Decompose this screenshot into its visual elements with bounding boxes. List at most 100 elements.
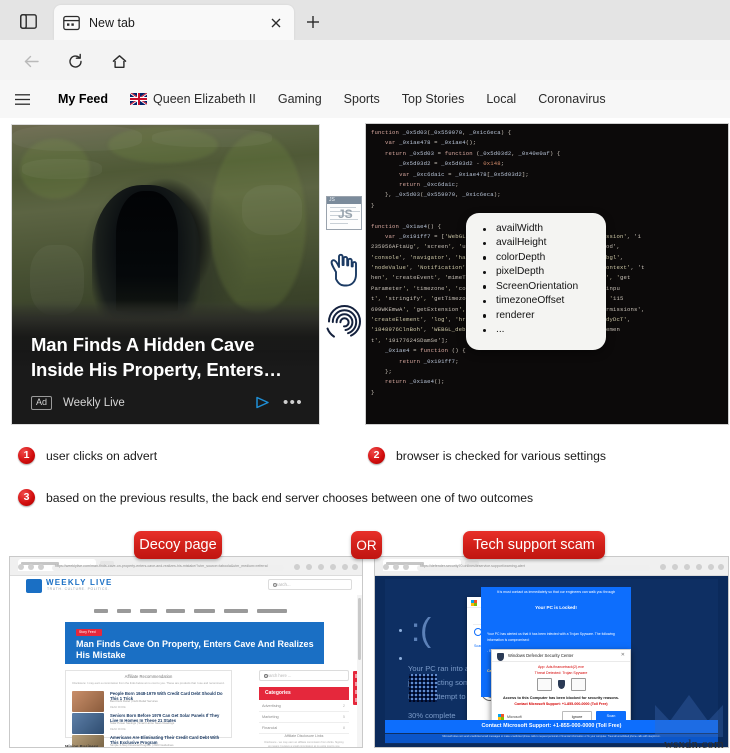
- js-thumb-label: JS: [329, 197, 335, 204]
- category-row[interactable]: Financial 8: [259, 724, 349, 734]
- step-badge: 1: [18, 447, 35, 464]
- category-count: 8: [342, 726, 345, 730]
- nav-item-about[interactable]: [116, 609, 131, 613]
- error-line-1: App: Ads.financetrack(2).exe: [538, 665, 584, 669]
- feed-item-coronavirus[interactable]: Coronavirus: [538, 92, 605, 106]
- home-icon[interactable]: [106, 48, 132, 74]
- decoy-sidebar-search[interactable]: Search here ...: [259, 670, 349, 681]
- category-label: Marketing: [262, 715, 279, 719]
- step-caption-1: 1 user clicks on advert: [18, 447, 157, 464]
- article-desc: Best Debt Relief | Debt Relief Services: [110, 699, 158, 703]
- nav-item-terms[interactable]: [256, 609, 287, 613]
- list-item: availWidth: [476, 222, 598, 236]
- feed-item-label: Local: [486, 92, 517, 106]
- hamburger-menu-icon[interactable]: [8, 88, 36, 110]
- list-item: ...: [476, 323, 598, 337]
- hero-chip: Story Feed: [76, 629, 102, 636]
- close-icon[interactable]: [266, 13, 285, 32]
- category-row[interactable]: Advertising 2: [259, 702, 349, 712]
- article-meta[interactable]: READ MORE: [110, 706, 126, 709]
- browser-chrome: New tab Search: [0, 0, 730, 118]
- tab-title: New tab: [89, 15, 135, 30]
- affiliate-box: Affiliate Recommendation Disclosure: I m…: [65, 670, 232, 747]
- promo-body: Disclosure - we may earn an affiliate co…: [264, 741, 344, 747]
- nav-item-trending[interactable]: [165, 609, 185, 613]
- decoy-nav: [70, 609, 310, 616]
- article-desc: Solar Power Savings | Smart Home News Re…: [110, 721, 175, 725]
- feed-item-my-feed[interactable]: My Feed: [58, 92, 108, 106]
- malwarebytes-logo-icon: [650, 687, 728, 739]
- new-tab-button[interactable]: [300, 10, 326, 34]
- attribute-list: availWidth availHeight colorDepth pixelD…: [476, 222, 598, 338]
- nav-item-advertise[interactable]: [193, 609, 215, 613]
- feed-item-label: Queen Elizabeth II: [153, 92, 256, 106]
- category-row[interactable]: Marketing 5: [259, 713, 349, 723]
- decoy-page-screenshot: https://weeklylive.com/man-finds-cave-on…: [10, 557, 362, 747]
- tab-overview-icon[interactable]: [12, 8, 44, 34]
- feed-item-queen-elizabeth[interactable]: Queen Elizabeth II: [130, 92, 256, 106]
- nav-item-home[interactable]: [93, 609, 108, 613]
- step-badge: 2: [368, 447, 385, 464]
- browser-tab[interactable]: New tab: [54, 5, 294, 40]
- reload-icon[interactable]: [62, 48, 88, 74]
- site-tagline: TRUTH. CULTURE. POLITICS.: [47, 587, 110, 591]
- decoy-hero: Story Feed Man Finds Cave On Property, E…: [65, 622, 324, 664]
- nav-item-privacy[interactable]: [223, 609, 248, 613]
- article-thumb: [72, 713, 104, 734]
- decoy-address-bar[interactable]: https://weeklylive.com/man-finds-cave-on…: [52, 564, 284, 571]
- promo-box: Affiliate Disclosure Links Disclosure - …: [259, 734, 349, 747]
- categories-header: Categories: [259, 687, 349, 700]
- back-arrow-icon[interactable]: [18, 48, 44, 74]
- search-icon: [273, 583, 277, 587]
- list-item: timezoneOffset: [476, 294, 598, 308]
- feed-item-sports[interactable]: Sports: [344, 92, 380, 106]
- feed-item-label: My Feed: [58, 92, 109, 106]
- alert-headline: Your PC is Locked!: [535, 605, 577, 610]
- dialog-message: Access to this Computer has been blocked…: [502, 696, 620, 700]
- search-icon: [264, 674, 268, 678]
- tab-strip: New tab: [0, 0, 730, 40]
- decoy-search-input[interactable]: Search...: [268, 579, 352, 590]
- screenshot-root: New tab Search: [0, 0, 730, 753]
- step-caption-3: 3 based on the previous results, the bac…: [18, 489, 533, 506]
- play-triangle-icon[interactable]: [255, 396, 270, 409]
- uk-flag-icon: [130, 93, 148, 105]
- more-options-icon[interactable]: •••: [283, 395, 303, 410]
- qr-code: [409, 674, 437, 702]
- or-label: OR: [351, 531, 382, 559]
- microsoft-logo-icon: [471, 599, 477, 606]
- list-item: availHeight: [476, 236, 598, 250]
- close-icon[interactable]: ✕: [621, 652, 625, 658]
- decoy-page-body: WEEKLY LIVE TRUTH. CULTURE. POLITICS. Se…: [10, 576, 362, 747]
- plus-icon: [307, 16, 319, 28]
- list-item: ScreenOrientation: [476, 280, 598, 294]
- feed-item-gaming[interactable]: Gaming: [278, 92, 322, 106]
- pointing-hand-icon: [324, 248, 364, 290]
- decoy-scrollbar[interactable]: [357, 595, 362, 747]
- monitor-icon: [536, 678, 552, 691]
- error-line-2: Threat Detected: Trojan Spyware: [534, 671, 588, 675]
- scam-address-bar[interactable]: https://defender-security70.onlinesitese…: [417, 564, 650, 571]
- dialog-title: Windows Defender Security Center: [508, 653, 574, 659]
- article-meta[interactable]: READ MORE: [110, 728, 126, 731]
- nav-item-contact[interactable]: [139, 609, 157, 613]
- watermark-text: wsxdn.com: [664, 737, 724, 751]
- advert-headline: Man Finds A Hidden Cave Inside His Prope…: [31, 334, 282, 380]
- new-tab-favicon-icon: [63, 15, 80, 31]
- progress-text: 30% complete: [408, 711, 456, 720]
- tech-support-scam-label: Tech support scam: [463, 531, 605, 559]
- feed-item-top-stories[interactable]: Top Stories: [402, 92, 465, 106]
- step-text: based on the previous results, the back …: [46, 490, 534, 505]
- shield-icon: [557, 680, 565, 689]
- javascript-file-icon: JS JS: [326, 196, 362, 230]
- feed-item-label: Coronavirus: [538, 92, 606, 106]
- ad-badge: Ad: [31, 395, 53, 410]
- hero-title: Man Finds Cave On Property, Enters Cave …: [76, 639, 314, 661]
- category-label: Advertising: [262, 704, 281, 708]
- fingerprint-attributes-tooltip: availWidth availHeight colorDepth pixelD…: [466, 213, 606, 350]
- cave-tunnel: [116, 191, 178, 311]
- advert-card[interactable]: Man Finds A Hidden Cave Inside His Prope…: [12, 125, 319, 424]
- feed-navigation-bar: My Feed Queen Elizabeth II Gaming Sports…: [0, 80, 730, 118]
- scam-url: https://defender-security70.onlinesitese…: [420, 564, 525, 568]
- feed-item-local[interactable]: Local: [486, 92, 516, 106]
